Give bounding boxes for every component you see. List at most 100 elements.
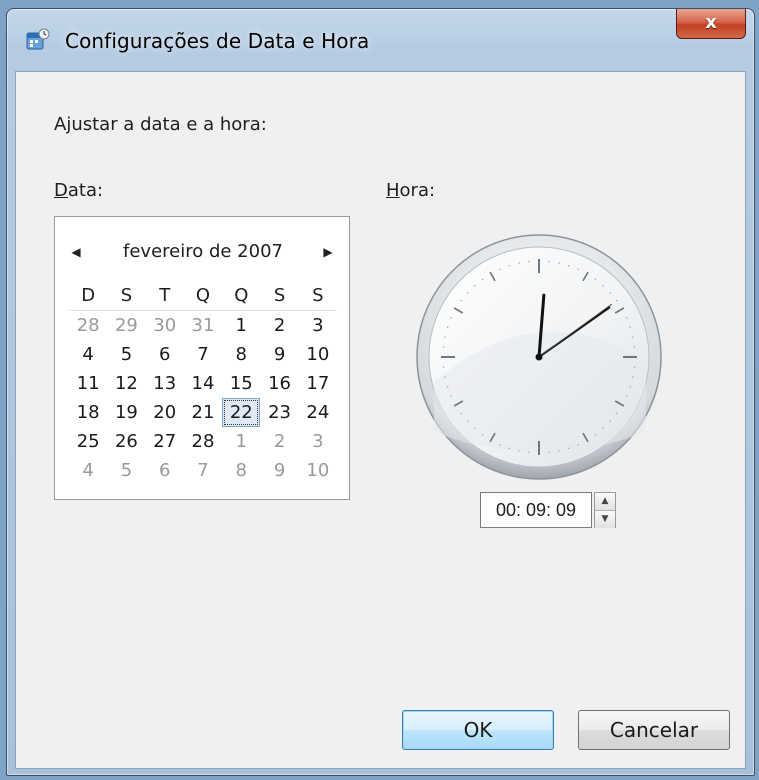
calendar-day[interactable]: 13 xyxy=(146,369,184,398)
analog-clock xyxy=(416,234,662,480)
close-button[interactable]: x xyxy=(676,9,746,39)
time-field[interactable]: 00: 09: 09 xyxy=(480,492,592,528)
clock-minute-dot xyxy=(460,299,463,302)
calendar-day[interactable]: 11 xyxy=(69,369,107,398)
clock-minute-dot xyxy=(508,447,511,450)
calendar-day[interactable]: 3 xyxy=(299,311,337,340)
window-title: Configurações de Data e Hora xyxy=(65,29,370,53)
calendar-day[interactable]: 9 xyxy=(260,456,298,485)
calendar-day[interactable]: 29 xyxy=(107,311,145,340)
clock-minute-dot xyxy=(446,385,449,388)
calendar-day[interactable]: 1 xyxy=(222,311,260,340)
calendar-day[interactable]: 7 xyxy=(184,340,222,369)
weekday-header: S xyxy=(107,281,146,311)
calendar-day[interactable]: 5 xyxy=(107,340,145,369)
calendar-day[interactable]: 4 xyxy=(69,340,107,369)
calendar-day[interactable]: 26 xyxy=(107,427,145,456)
clock-minute-dot xyxy=(528,451,530,454)
calendar-day[interactable]: 18 xyxy=(69,398,107,427)
calendar-day[interactable]: 3 xyxy=(299,427,337,456)
clock-minute-dot xyxy=(508,264,511,267)
clock-minute-dot xyxy=(602,284,605,287)
weekday-header: T xyxy=(145,281,184,311)
calendar-day[interactable]: 12 xyxy=(107,369,145,398)
calendar-day[interactable]: 4 xyxy=(69,456,107,485)
calendar-day[interactable]: 27 xyxy=(146,427,184,456)
weekday-header: Q xyxy=(222,281,261,311)
clock-minute-dot xyxy=(450,395,453,397)
calendar-day[interactable]: 28 xyxy=(184,427,222,456)
calendar-day-selected[interactable]: 22 xyxy=(222,398,261,427)
spin-down-icon[interactable]: ▼ xyxy=(595,511,615,528)
clock-minute-dot xyxy=(602,427,605,430)
calendar-day[interactable]: 8 xyxy=(222,456,260,485)
clock-minute-dot xyxy=(528,260,530,263)
dialog-window: Configurações de Data e Hora x Ajustar a… xyxy=(6,8,755,776)
clock-minute-dot xyxy=(558,262,560,264)
clock-minute-dot xyxy=(558,450,560,452)
clock-minute-dot xyxy=(442,366,445,368)
clock-minute-dot xyxy=(629,385,632,388)
calendar-day[interactable]: 17 xyxy=(299,369,337,398)
calendar-day[interactable]: 1 xyxy=(222,427,260,456)
calendar-day[interactable]: 10 xyxy=(299,456,337,485)
clock-minute-dot xyxy=(632,336,634,338)
clock-minute-dot xyxy=(615,412,618,415)
clock-minute-dot xyxy=(473,427,476,430)
calendar-day[interactable]: 23 xyxy=(260,398,298,427)
clock-minute-dot xyxy=(460,412,463,415)
clock-minute-dot xyxy=(444,336,446,338)
calendar-day[interactable]: 25 xyxy=(69,427,107,456)
calendar-day[interactable]: 5 xyxy=(107,456,145,485)
calendar-day[interactable]: 14 xyxy=(184,369,222,398)
calendar-day[interactable]: 10 xyxy=(299,340,337,369)
clock-minute-dot xyxy=(442,346,445,348)
time-label: Hora: xyxy=(386,180,436,201)
calendar-day[interactable]: 31 xyxy=(184,311,222,340)
clock-minute-dot xyxy=(499,443,501,446)
date-time-settings-icon xyxy=(26,28,50,50)
ok-button[interactable]: OK xyxy=(402,710,554,750)
calendar-day[interactable]: 8 xyxy=(222,340,260,369)
dialog-client-area: Ajustar a data e a hora: Data: Hora: ◀ f… xyxy=(15,71,746,769)
clock-minute-dot xyxy=(466,420,469,423)
clock-minute-dot xyxy=(609,291,612,294)
previous-month-icon[interactable]: ◀ xyxy=(65,239,87,265)
clock-minute-dot xyxy=(548,451,550,454)
calendar-day[interactable]: 24 xyxy=(299,398,337,427)
calendar-day[interactable]: 30 xyxy=(146,311,184,340)
next-month-icon[interactable]: ▶ xyxy=(317,239,339,265)
calendar-day[interactable]: 2 xyxy=(260,427,298,456)
calendar-day[interactable]: 6 xyxy=(146,456,184,485)
calendar-day[interactable]: 6 xyxy=(146,340,184,369)
instruction-text: Ajustar a data e a hora: xyxy=(54,114,267,135)
cancel-button[interactable]: Cancelar xyxy=(578,710,730,750)
calendar-day[interactable]: 9 xyxy=(260,340,298,369)
spin-up-icon[interactable]: ▲ xyxy=(595,493,615,511)
calendar-day[interactable]: 7 xyxy=(184,456,222,485)
calendar-month-year[interactable]: fevereiro de 2007 xyxy=(103,239,303,265)
calendar-day[interactable]: 19 xyxy=(107,398,145,427)
calendar[interactable]: ◀ fevereiro de 2007 ▶ D S T Q Q S S 28 29 30 31 1 2 3… xyxy=(54,216,350,500)
calendar-day[interactable]: 21 xyxy=(184,398,222,427)
clock-minute-dot xyxy=(567,264,570,267)
clock-minute-dot xyxy=(615,299,618,302)
calendar-day[interactable]: 20 xyxy=(146,398,184,427)
clock-minute-dot xyxy=(633,366,636,368)
clock-minute-dot xyxy=(625,395,628,397)
calendar-grid: D S T Q Q S S 28 29 30 31 1 2 3 4 5 6 7 8 9 10 11 12 13 14 15 16 17… xyxy=(69,281,337,485)
clock-minute-dot xyxy=(629,326,632,329)
clock-minute-dot xyxy=(594,278,597,281)
title-bar[interactable]: Configurações de Data e Hora x xyxy=(7,9,754,69)
calendar-day[interactable]: 16 xyxy=(260,369,298,398)
calendar-day[interactable]: 28 xyxy=(69,311,107,340)
calendar-day[interactable]: 2 xyxy=(260,311,298,340)
weekday-header: Q xyxy=(183,281,223,311)
clock-minute-dot xyxy=(577,268,579,271)
clock-minute-dot xyxy=(632,376,634,378)
calendar-day[interactable]: 15 xyxy=(222,369,260,398)
clock-minute-dot xyxy=(499,268,501,271)
time-spinner[interactable]: ▲ ▼ xyxy=(594,492,616,528)
clock-minute-dot xyxy=(446,326,449,329)
clock-minute-dot xyxy=(450,317,453,319)
